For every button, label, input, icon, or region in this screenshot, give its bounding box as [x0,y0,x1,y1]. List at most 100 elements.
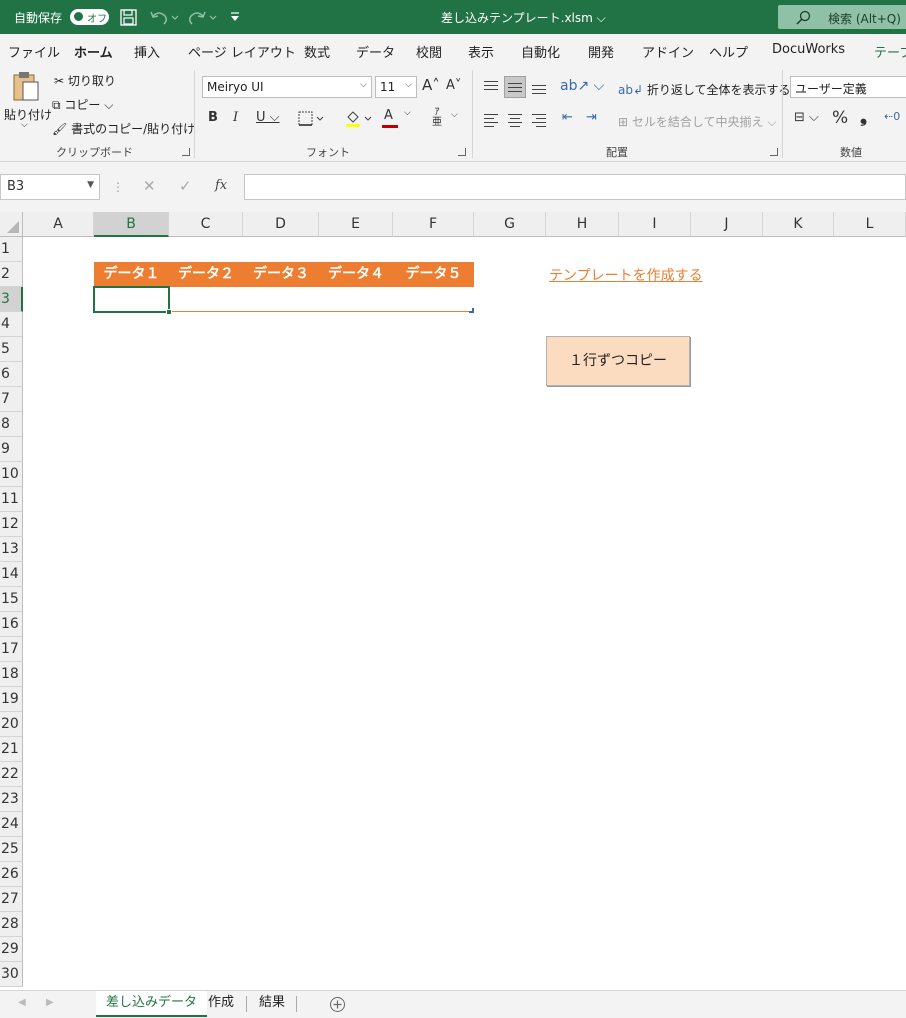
row-header[interactable]: 13 [0,537,23,562]
font-color-icon[interactable]: A [384,108,393,123]
row-header[interactable]: 16 [0,612,23,637]
alignment-launcher-icon[interactable] [770,148,778,156]
autosave-toggle[interactable]: オフ [70,9,109,25]
row-header[interactable]: 30 [0,962,23,987]
align-middle-icon[interactable] [504,76,526,98]
row-header[interactable]: 6 [0,362,23,387]
font-size-select[interactable]: 11 ⌵ [375,76,417,98]
row-header[interactable]: 3 [0,287,23,312]
underline-button[interactable]: U ⌵ [256,110,280,125]
percent-icon[interactable]: % [832,108,848,128]
font-name-select[interactable]: Meiryo UI ⌵ [202,76,372,98]
fill-handle[interactable] [166,309,172,315]
row-header[interactable]: 23 [0,787,23,812]
bold-button[interactable]: B [208,110,218,125]
tab-addins[interactable]: アドイン [642,42,694,61]
tab-review[interactable]: 校閲 [416,42,442,61]
row-header[interactable]: 10 [0,462,23,487]
tab-help[interactable]: ヘルプ [709,42,748,61]
copy-button[interactable]: ⧉ コピー ⌵ [52,96,113,113]
increase-indent-icon[interactable]: ⇥ [586,110,597,125]
row-header[interactable]: 1 [0,237,23,262]
row-header[interactable]: 11 [0,487,23,512]
row-header[interactable]: 28 [0,912,23,937]
create-template-link[interactable]: テンプレートを作成する [549,265,703,285]
row-header[interactable]: 5 [0,337,23,362]
row-header[interactable]: 24 [0,812,23,837]
search-box[interactable]: 検索 (Alt+Q) [778,5,906,29]
tab-home[interactable]: ホーム [74,42,113,67]
row-header[interactable]: 26 [0,862,23,887]
sheet-tab-merge-data[interactable]: 差し込みデータ [96,991,208,1017]
wrap-text-button[interactable]: ab↲ 折り返して全体を表示する [618,81,791,98]
row-header[interactable]: 12 [0,512,23,537]
tab-formulas[interactable]: 数式 [304,42,330,61]
row-header[interactable]: 9 [0,437,23,462]
active-cell[interactable] [93,286,170,313]
accounting-format-icon[interactable]: ⊟ ⌵ [794,110,819,125]
increase-font-icon[interactable]: A˄ [422,76,440,94]
row-header[interactable]: 17 [0,637,23,662]
formula-input[interactable] [244,174,906,200]
copy-rows-button[interactable]: １行ずつコピー [546,336,690,386]
insert-function-icon[interactable]: fx [215,178,227,193]
name-box[interactable]: B3 ▼ [0,174,100,200]
tab-insert[interactable]: 挿入 [134,42,160,61]
clipboard-launcher-icon[interactable] [182,148,190,156]
table-resize-handle[interactable] [469,308,474,313]
fill-color-icon[interactable] [344,109,374,129]
column-header[interactable]: L [834,212,906,237]
row-header[interactable]: 27 [0,887,23,912]
worksheet-grid[interactable]: ABCDEFGHIJKL 1 2 3 4 5 6 7 8 9 10 11 12 13 14 15 16 17 18… [0,212,906,990]
table-header-cell[interactable]: データ３ [243,262,319,287]
column-header[interactable]: H [546,212,619,237]
add-sheet-icon[interactable] [329,996,346,1013]
table-header-cell[interactable]: データ２ [169,262,243,287]
tab-table[interactable]: テーブ [874,42,906,61]
redo-icon[interactable] [188,9,218,26]
row-header[interactable]: 14 [0,562,23,587]
chevron-down-icon[interactable]: ⌵ [404,108,411,118]
tab-data[interactable]: データ [356,42,395,61]
column-header[interactable]: G [474,212,546,237]
row-header[interactable]: 4 [0,312,23,337]
chevron-down-icon[interactable]: ⌵ [451,110,458,120]
decrease-indent-icon[interactable]: ⇤ [562,110,573,125]
column-header[interactable]: C [169,212,243,237]
customize-toolbar-icon[interactable] [229,11,241,23]
format-painter-button[interactable]: 🖌 書式のコピー/貼り付け [52,120,195,137]
tab-automate[interactable]: 自動化 [521,42,560,61]
row-header[interactable]: 20 [0,712,23,737]
save-icon[interactable] [120,9,137,26]
increase-decimal-icon[interactable]: ⇠0 [884,110,900,123]
row-header[interactable]: 29 [0,937,23,962]
column-header[interactable]: K [763,212,834,237]
table-header-cell[interactable]: データ４ [319,262,393,287]
font-launcher-icon[interactable] [458,148,466,156]
row-header[interactable]: 7 [0,387,23,412]
tab-view[interactable]: 表示 [468,42,494,61]
tab-page-layout[interactable]: ページ レイアウト [188,42,296,61]
column-header[interactable]: F [393,212,474,237]
select-all-button[interactable] [0,212,23,237]
column-header[interactable]: I [619,212,691,237]
number-format-select[interactable]: ユーザー定義 [790,76,906,98]
sheet-tab-result[interactable]: 結果 [249,991,295,1017]
italic-button[interactable]: I [233,110,238,125]
borders-icon[interactable] [298,111,326,127]
column-header[interactable]: A [23,212,94,237]
decrease-font-icon[interactable]: A˅ [446,78,461,93]
row-header[interactable]: 18 [0,662,23,687]
row-header[interactable]: 8 [0,412,23,437]
sheet-tab-create[interactable]: 作成 [198,991,244,1017]
enter-icon[interactable]: ✓ [179,177,192,195]
comma-style-icon[interactable]: ❟ [860,106,867,127]
row-header[interactable]: 15 [0,587,23,612]
column-header[interactable]: B [94,212,169,237]
tab-docuworks[interactable]: DocuWorks [772,42,845,57]
column-header[interactable]: E [319,212,393,237]
row-header[interactable]: 22 [0,762,23,787]
scroll-left-icon[interactable]: ◀ [18,997,26,1008]
column-header[interactable]: D [243,212,319,237]
row-header[interactable]: 2 [0,262,23,287]
